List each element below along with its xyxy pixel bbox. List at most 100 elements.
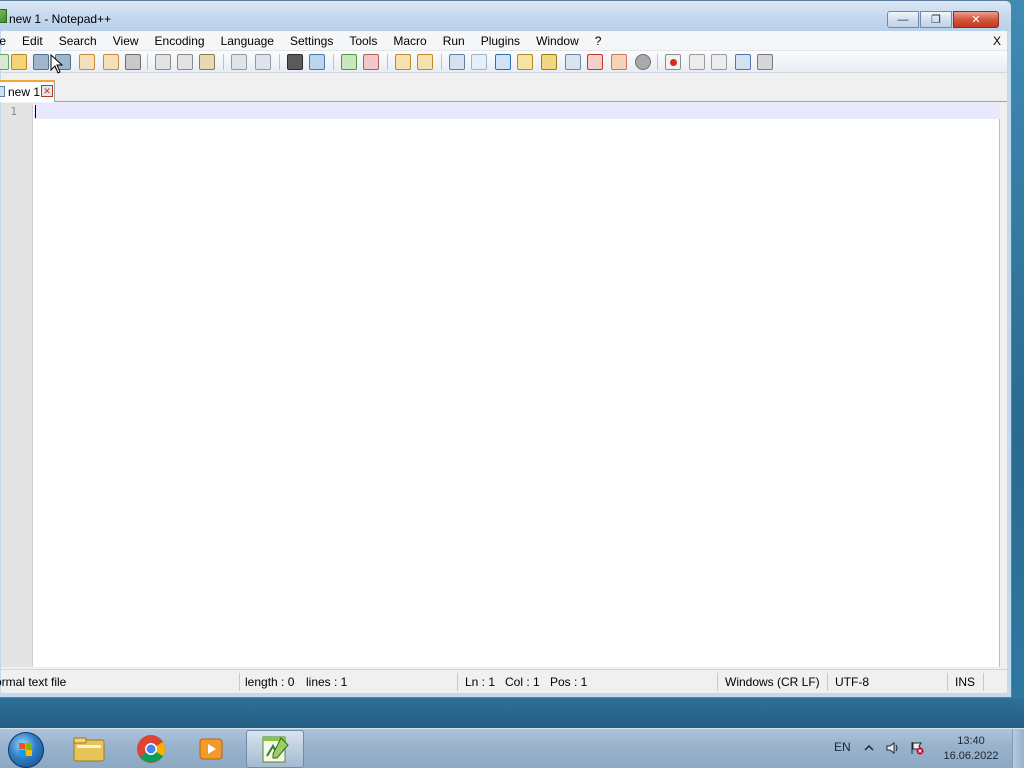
desktop-background-bottom [0, 698, 1024, 728]
save-icon[interactable] [33, 54, 49, 70]
replace-icon[interactable] [309, 54, 325, 70]
record-macro-icon[interactable] [665, 54, 681, 70]
notepadpp-app-icon[interactable] [0, 9, 7, 23]
volume-icon[interactable] [886, 741, 900, 755]
undo-icon[interactable] [231, 54, 247, 70]
toolbar [0, 51, 1007, 73]
action-center-flag-icon[interactable] [910, 741, 924, 755]
menu-help[interactable]: ? [587, 31, 610, 51]
line-number-gutter[interactable]: 1 [1, 103, 33, 667]
status-divider [827, 673, 828, 691]
menu-plugins[interactable]: Plugins [473, 31, 528, 51]
show-all-characters-icon[interactable] [471, 54, 487, 70]
menu-file[interactable]: ile [0, 31, 14, 51]
status-encoding[interactable]: UTF-8 [835, 670, 869, 694]
tab-label: new 1 [8, 85, 41, 99]
close-document-button[interactable]: X [993, 34, 1001, 48]
close-file-icon[interactable] [79, 54, 95, 70]
menu-tools[interactable]: Tools [341, 31, 385, 51]
status-pos: Pos : 1 [550, 675, 588, 689]
run-macro-multiple-icon[interactable] [735, 54, 751, 70]
paste-icon[interactable] [199, 54, 215, 70]
monitoring-icon[interactable] [611, 54, 627, 70]
word-wrap-icon[interactable] [449, 54, 465, 70]
input-language[interactable]: EN [834, 740, 851, 754]
status-ln: Ln : 1 [465, 675, 496, 689]
new-file-icon[interactable] [0, 54, 9, 70]
menu-macro[interactable]: Macro [385, 31, 434, 51]
maximize-button[interactable]: ❐ [920, 11, 952, 28]
notepadpp-icon[interactable] [246, 730, 304, 768]
clock-time: 13:40 [957, 735, 985, 747]
file-icon [0, 86, 5, 97]
notepadpp-window: new 1 - Notepad++ — ❐ ✕ ile Edit Search … [0, 0, 1012, 698]
find-icon[interactable] [287, 54, 303, 70]
menu-window[interactable]: Window [528, 31, 587, 51]
tab-close-icon[interactable]: ✕ [41, 85, 53, 97]
save-macro-icon[interactable] [757, 54, 773, 70]
user-defined-language-icon[interactable] [517, 54, 533, 70]
toolbar-separator [657, 54, 658, 70]
cut-icon[interactable] [155, 54, 171, 70]
editor-area[interactable]: 1 [1, 103, 1000, 667]
menu-bar: ile Edit Search View Encoding Language S… [0, 31, 1007, 51]
show-hidden-icons-icon[interactable] [862, 741, 876, 755]
status-divider [983, 673, 984, 691]
window-client-area: ile Edit Search View Encoding Language S… [0, 31, 1007, 694]
menu-view[interactable]: View [105, 31, 147, 51]
toolbar-separator [387, 54, 388, 70]
system-clock[interactable]: 13:40 16.06.2022 [938, 734, 1004, 764]
menu-settings[interactable]: Settings [282, 31, 341, 51]
menu-edit[interactable]: Edit [14, 31, 51, 51]
copy-icon[interactable] [177, 54, 193, 70]
open-file-icon[interactable] [11, 54, 27, 70]
close-button[interactable]: ✕ [953, 11, 999, 28]
text-caret [35, 105, 36, 118]
stop-recording-icon[interactable] [689, 54, 705, 70]
indent-guide-icon[interactable] [495, 54, 511, 70]
tab-new-1[interactable]: new 1 ✕ [0, 80, 55, 102]
redo-icon[interactable] [255, 54, 271, 70]
tab-bar: new 1 ✕ [0, 74, 1007, 102]
menu-search[interactable]: Search [51, 31, 105, 51]
title-bar[interactable]: new 1 - Notepad++ — ❐ ✕ [0, 1, 1011, 31]
toolbar-separator [223, 54, 224, 70]
toolbar-separator [279, 54, 280, 70]
status-bar: ormal text file length : 0 lines : 1 Ln … [0, 669, 1007, 694]
toolbar-separator [333, 54, 334, 70]
minimize-button[interactable]: — [887, 11, 919, 28]
status-eol[interactable]: Windows (CR LF) [725, 670, 820, 694]
status-lines: lines : 1 [306, 675, 348, 689]
status-insert-mode: INS [955, 675, 976, 689]
mouse-pointer-icon [50, 54, 64, 74]
menu-encoding[interactable]: Encoding [147, 31, 213, 51]
sync-horizontal-icon[interactable] [417, 54, 433, 70]
menu-run[interactable]: Run [435, 31, 473, 51]
close-all-icon[interactable] [103, 54, 119, 70]
file-explorer-icon[interactable] [60, 730, 118, 768]
chrome-icon[interactable] [122, 730, 180, 768]
window-title: new 1 - Notepad++ [9, 12, 112, 26]
sync-vertical-icon[interactable] [395, 54, 411, 70]
zoom-in-icon[interactable] [341, 54, 357, 70]
document-map-icon[interactable] [541, 54, 557, 70]
menu-language[interactable]: Language [213, 31, 282, 51]
toolbar-separator [147, 54, 148, 70]
status-divider [947, 673, 948, 691]
folder-as-workspace-icon[interactable] [587, 54, 603, 70]
print-icon[interactable] [125, 54, 141, 70]
playback-macro-icon[interactable] [711, 54, 727, 70]
start-orb[interactable] [8, 732, 44, 768]
zoom-out-icon[interactable] [363, 54, 379, 70]
media-player-icon[interactable] [182, 730, 240, 768]
show-desktop-button[interactable] [1012, 729, 1024, 768]
monitoring-eye-icon[interactable] [635, 54, 651, 70]
current-line-highlight [34, 103, 1000, 119]
status-divider [457, 673, 458, 691]
window-controls: — ❐ ✕ [886, 11, 999, 29]
windows-logo-icon [19, 743, 32, 756]
line-number: 1 [10, 105, 17, 118]
taskbar: EN 13:40 16.06.2022 [0, 728, 1024, 768]
status-divider [717, 673, 718, 691]
function-list-icon[interactable] [565, 54, 581, 70]
